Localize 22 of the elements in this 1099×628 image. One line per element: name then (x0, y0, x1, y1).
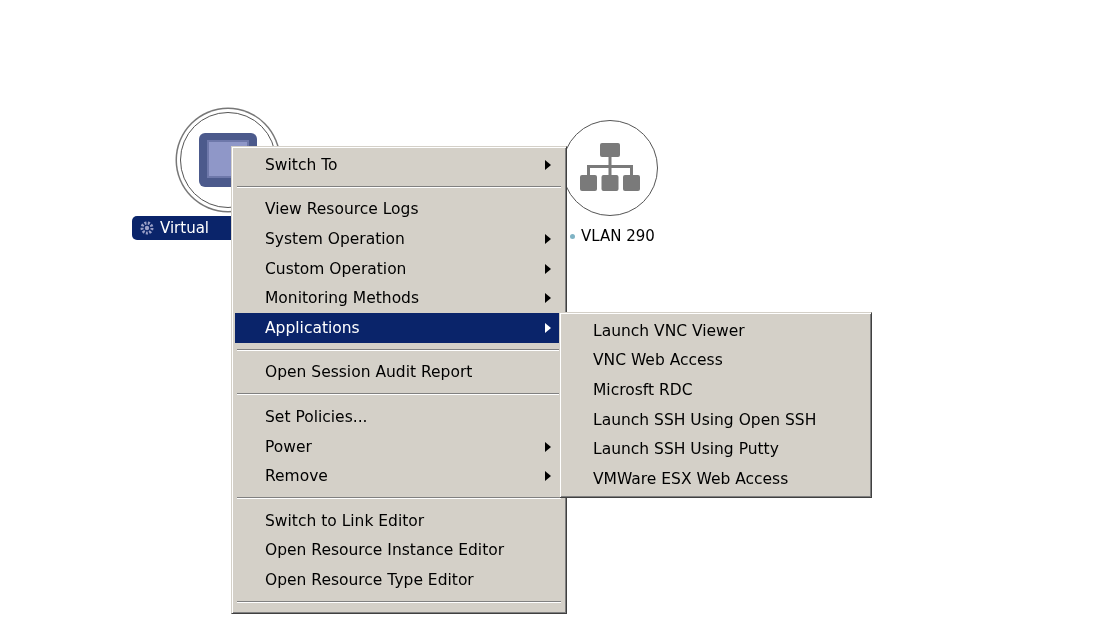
node-name: VLAN 290 (581, 227, 655, 245)
menu-item[interactable]: Launch SSH Using Open SSH (563, 404, 868, 435)
gear-icon (140, 221, 154, 235)
menu-item[interactable]: Microsft RDC (563, 375, 868, 405)
menu-item[interactable]: Switch To (235, 150, 563, 180)
menu-item[interactable]: Open Resource Instance Editor (235, 535, 563, 566)
menu-item[interactable]: Set Policies... (235, 402, 563, 432)
dot-icon (570, 233, 575, 239)
menu-item[interactable]: Launch SSH Using Putty (563, 434, 868, 464)
menu-item[interactable]: Custom Operation (235, 253, 563, 284)
node-name: Virtual (160, 219, 209, 237)
network-hierarchy-icon (580, 143, 640, 193)
menu-item[interactable]: Switch to Link Editor (235, 505, 563, 536)
menu-item[interactable]: Open Session Audit Report (235, 357, 563, 388)
menu-item[interactable]: VMWare ESX Web Access (563, 463, 868, 494)
node-label[interactable]: VLAN 290 (562, 224, 663, 248)
menu-item[interactable]: Monitoring Methods (235, 283, 563, 313)
menu-item[interactable]: Remove (235, 461, 563, 491)
menu-item[interactable]: Open Resource Type Editor (235, 565, 563, 595)
menu-item[interactable]: VNC Web Access (563, 345, 868, 376)
menu-item[interactable]: Power (235, 431, 563, 462)
menu-item[interactable]: Launch VNC Viewer (563, 316, 868, 346)
